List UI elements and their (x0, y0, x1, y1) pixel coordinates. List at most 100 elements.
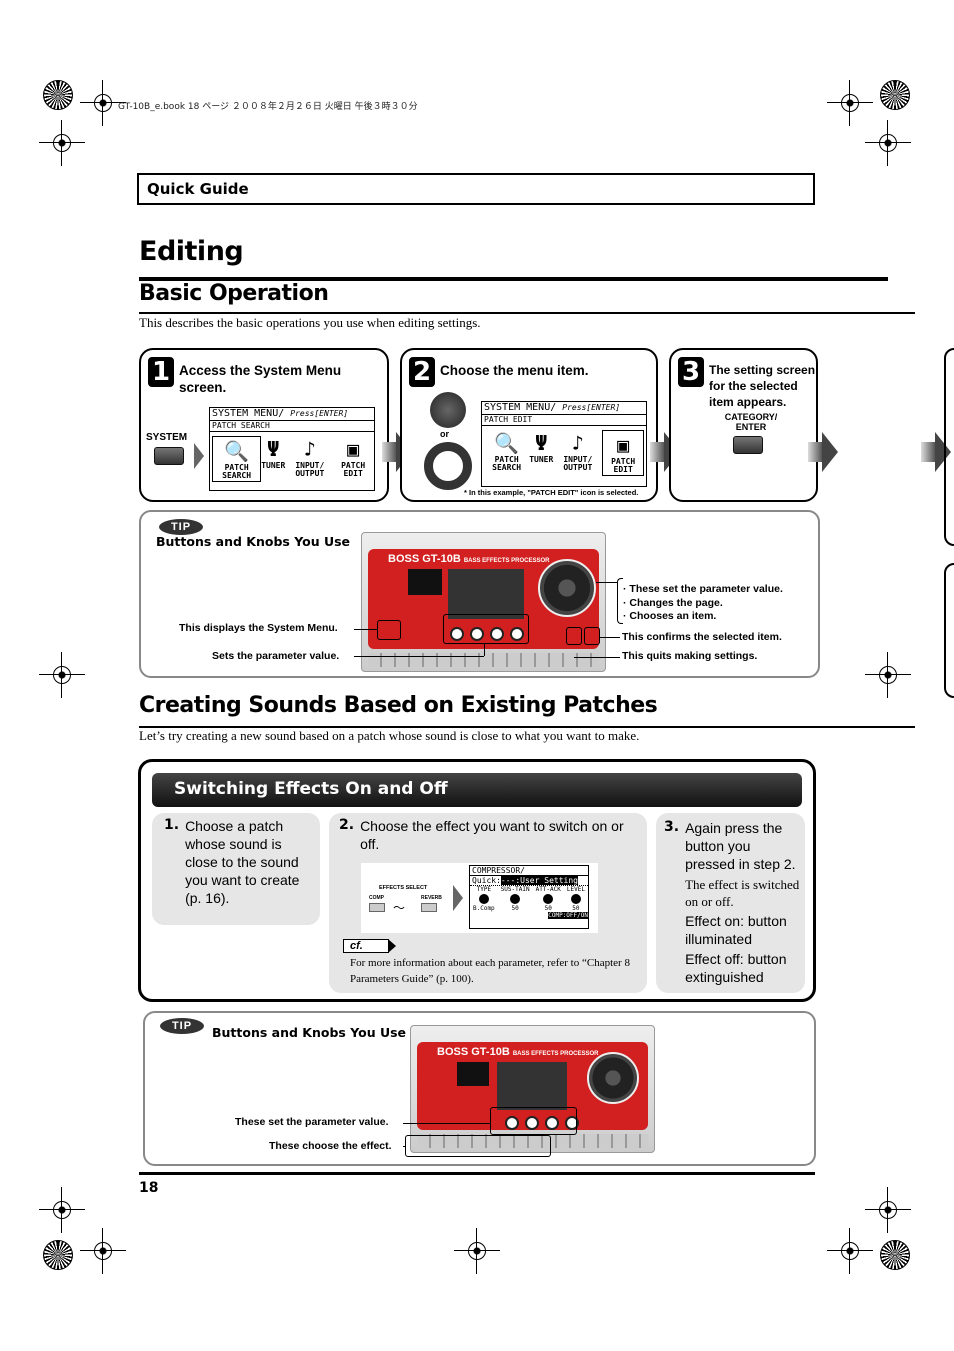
step-note: * In this example, "PATCH EDIT" icon is … (464, 488, 639, 497)
reverb-button[interactable] (421, 903, 437, 912)
step-text: Choose the effect you want to switch on … (360, 818, 624, 852)
step-title: Access the System Menu screen. (179, 363, 342, 395)
step-title: The setting screen for the selected item… (709, 363, 816, 409)
compressor-lcd: COMPRESSOR/ Quick:---:User Setting TYPE B… (469, 865, 589, 929)
cursor-pad-icon[interactable] (424, 442, 472, 490)
basic-operation-heading: Basic Operation (139, 281, 329, 306)
next-step-box-edge (944, 563, 954, 698)
tip-badge: TIP (160, 1018, 204, 1034)
callout-system-menu: This displays the System Menu. (179, 622, 338, 634)
tip-box: TIP Buttons and Knobs You Use BOSS GT-10… (139, 510, 820, 678)
step-3-box: 3 The setting screen for the selected it… (669, 348, 818, 502)
tip-title: Buttons and Knobs You Use (212, 1025, 407, 1040)
callout-parameter-value: These set the parameter value. (235, 1116, 389, 1128)
param-attack: ATT-ACK 50 (535, 886, 561, 912)
effects-illustration: EFFECTS SELECT COMP 〜 REVERB COMPRESSOR/… (361, 863, 598, 933)
step-1-box: 1 Access the System Menu screen. SYSTEM … (139, 348, 389, 502)
arrow-right-icon (453, 885, 463, 911)
comp-label: COMP (369, 895, 384, 901)
parameter-knobs-highlight (443, 614, 529, 644)
lcd-icon-tuner: Ψ TUNER (261, 437, 286, 470)
callout-wheel-2: · Changes the page. (623, 597, 723, 609)
page-title: Editing (139, 236, 244, 267)
effect-on-text: Effect on: button illuminated (685, 913, 787, 947)
flow-arrow-icon (808, 432, 838, 472)
system-menu-lcd: SYSTEM MENU/ Press[ENTER] PATCH EDIT 🔍 PA… (481, 401, 647, 487)
callout-quit: This quits making settings. (622, 650, 758, 662)
comp-button[interactable] (369, 903, 385, 912)
dial-icon[interactable] (430, 392, 466, 428)
registration-sunburst-bottom-right (880, 1240, 910, 1270)
creating-sounds-intro: Let’s try creating a new sound based on … (139, 728, 640, 743)
step-2-box: 2 Choose the menu item. or SYSTEM MENU/ … (400, 348, 658, 502)
callout-wheel-3: · Chooses an item. (623, 610, 717, 622)
crosshair-mark (39, 1187, 85, 1233)
param-type: TYPE B.Comp (473, 886, 495, 912)
lcd-icon-patch-search: 🔍 PATCH SEARCH (212, 436, 262, 482)
crosshair-mark (454, 1228, 500, 1274)
crosshair-mark (39, 652, 85, 698)
basic-operation-intro: This describes the basic operations you … (139, 315, 481, 330)
step-1-card: 1. Choose a patch whose sound is close t… (152, 813, 320, 925)
system-button-label: SYSTEM (146, 432, 188, 443)
step-3-card: 3. Again press the button you pressed in… (656, 813, 805, 993)
step-number: 3. (664, 819, 680, 835)
registration-sunburst-top-left (43, 80, 73, 110)
effects-select-highlight (405, 1135, 551, 1157)
step-text: Choose a patch whose sound is close to t… (185, 818, 300, 906)
param-sustain: SUS-TAIN 50 (500, 886, 530, 912)
page-number: 18 (139, 1180, 159, 1196)
cf-badge: cf. (343, 939, 396, 953)
print-stamp: GT-10B_e.book 18 ページ ２００８年２月２６日 火曜日 午後３時… (118, 102, 418, 112)
category-enter-button[interactable] (733, 436, 763, 454)
callout-parameter-value: Sets the parameter value. (212, 650, 340, 662)
system-menu-lcd: SYSTEM MENU/ Press[ENTER] PATCH SEARCH 🔍… (209, 407, 375, 491)
exit-button-highlight (566, 627, 582, 645)
step-number: 2 (409, 357, 435, 387)
parameter-knobs-highlight (490, 1107, 577, 1135)
system-button-highlight (377, 620, 401, 640)
crosshair-mark (865, 120, 911, 166)
step-number: 3 (678, 357, 704, 387)
effect-off-text: Effect off: button extinguished (685, 951, 787, 985)
callout-confirm: This confirms the selected item. (622, 631, 782, 643)
lcd-icon-patch-edit: ▣ PATCH EDIT (602, 430, 644, 476)
tip-title: Buttons and Knobs You Use (156, 534, 351, 549)
lcd-icon-patch-search: 🔍 PATCH SEARCH (492, 431, 522, 472)
reverb-label: REVERB (421, 895, 442, 901)
crosshair-mark (39, 120, 85, 166)
category-enter-label: CATEGORY/ ENTER (724, 412, 778, 432)
crosshair-mark (827, 1228, 873, 1274)
or-label: or (440, 429, 449, 439)
step-title: Choose the menu item. (440, 363, 589, 378)
footer-rule (139, 1172, 815, 1175)
lcd-icon-input-output: ♪ INPUT/ OUTPUT (563, 431, 593, 472)
step-number: 1 (148, 357, 174, 387)
tip-badge: TIP (159, 519, 203, 535)
step-2-card: 2. Choose the effect you want to switch … (329, 813, 647, 993)
step-text: Again press the button you pressed in st… (685, 820, 796, 872)
crosshair-mark (80, 1228, 126, 1274)
system-button[interactable] (154, 447, 184, 465)
callout-wheel-1: · These set the parameter value. (623, 583, 783, 595)
heading-rule (139, 312, 915, 314)
crosshair-mark (865, 1187, 911, 1233)
effects-select-label: EFFECTS SELECT (379, 885, 428, 891)
step-note: The effect is switched on or off. (685, 877, 800, 909)
registration-sunburst-top-right (880, 80, 910, 110)
creating-sounds-heading: Creating Sounds Based on Existing Patche… (139, 693, 658, 718)
step-number: 2. (339, 817, 355, 833)
step-number: 1. (164, 817, 180, 833)
lcd-icon-patch-edit: ▣ PATCH EDIT (341, 437, 366, 478)
section-header: Quick Guide (137, 173, 815, 205)
range-tilde: 〜 (393, 901, 406, 915)
cf-text: For more information about each paramete… (350, 957, 630, 985)
next-step-box-edge (944, 348, 954, 546)
lcd-icon-input-output: ♪ INPUT/ OUTPUT (295, 437, 325, 478)
crosshair-mark (80, 80, 126, 126)
callout-choose-effect: These choose the effect. (269, 1140, 392, 1152)
tip-box: TIP Buttons and Knobs You Use BOSS GT-10… (143, 1011, 816, 1166)
crosshair-mark (865, 652, 911, 698)
lcd-icon-tuner: Ψ TUNER (529, 431, 554, 464)
param-level: LEVEL 50 (566, 886, 585, 912)
